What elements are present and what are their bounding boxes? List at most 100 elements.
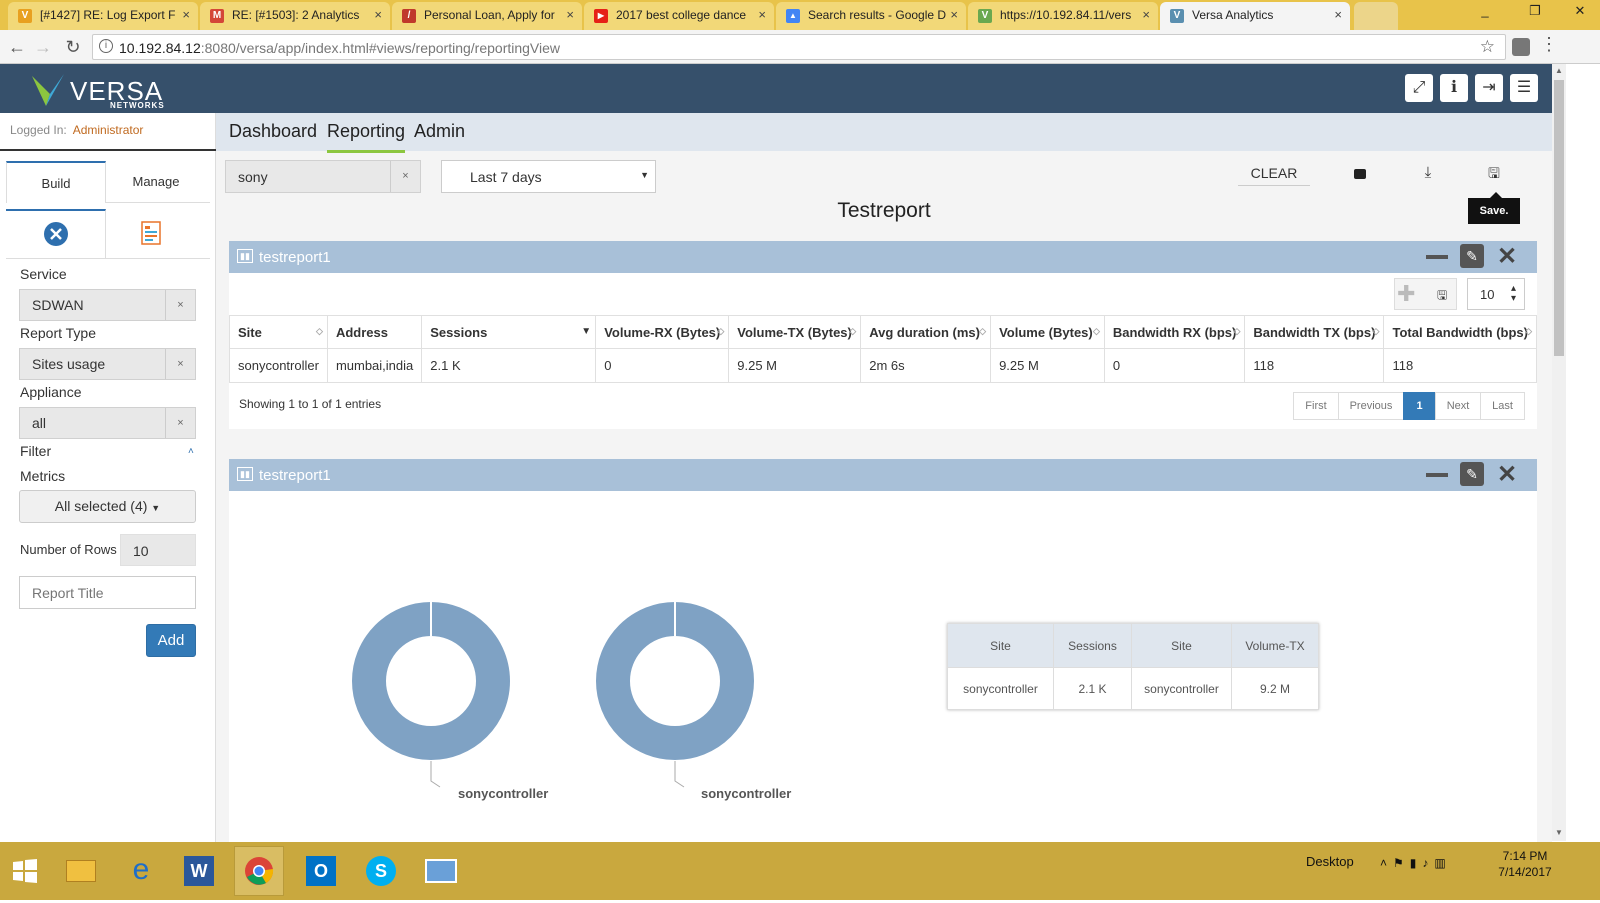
maximize-button[interactable]: ❐ xyxy=(1520,0,1550,22)
appliance-select[interactable]: all × xyxy=(19,407,196,439)
info-icon[interactable]: ℹ xyxy=(1440,74,1468,102)
table-header-row: Site ◇ Address Sessions ▼ Volume-RX (Bytes… xyxy=(229,315,1537,349)
clear-button[interactable]: CLEAR xyxy=(1238,160,1310,186)
save-icon[interactable]: 🖫 xyxy=(1437,286,1447,307)
column-header[interactable]: Bandwidth RX (bps) ◇ xyxy=(1103,315,1246,349)
browser-tab-6[interactable]: V https://10.192.84.11/vers × xyxy=(968,2,1158,30)
scrollbar-thumb[interactable] xyxy=(1554,80,1564,356)
save-icon[interactable]: 🖫 xyxy=(1480,160,1508,186)
donut-slice[interactable] xyxy=(596,602,754,760)
chrome-menu-icon[interactable]: ⋮ xyxy=(1540,34,1558,55)
browser-tab-1[interactable]: V [#1427] RE: Log Export F × xyxy=(8,2,198,30)
nav-reporting[interactable]: Reporting xyxy=(327,121,406,153)
column-header[interactable]: Avg duration (ms) ◇ xyxy=(860,315,992,349)
page-size-select[interactable]: 10 ▴ ▾ xyxy=(1467,278,1525,310)
page-first[interactable]: First xyxy=(1293,392,1339,420)
info-circle-icon[interactable]: i xyxy=(99,39,113,53)
file-explorer-icon[interactable] xyxy=(56,846,106,896)
site-search-select[interactable]: sony × xyxy=(225,160,421,193)
close-tab-icon[interactable]: × xyxy=(758,7,766,22)
metrics-dropdown[interactable]: All selected (4) ▼ xyxy=(19,490,196,523)
column-header[interactable]: Volume (Bytes) ◇ xyxy=(990,315,1105,349)
tab-build[interactable]: Build xyxy=(6,161,106,203)
report-type-select[interactable]: Sites usage × xyxy=(19,348,196,380)
close-window-button[interactable]: ✕ xyxy=(1565,0,1595,22)
close-tab-icon[interactable]: × xyxy=(1142,7,1150,22)
word-icon[interactable]: W xyxy=(174,846,224,896)
google-drive-icon: ▲ xyxy=(786,9,800,23)
clear-icon[interactable]: × xyxy=(390,161,420,192)
cell-sessions: 2.1 K xyxy=(421,348,597,383)
fullscreen-icon[interactable]: ⤢ xyxy=(1405,74,1433,102)
donut-slice[interactable] xyxy=(352,602,510,760)
column-header[interactable]: Site ◇ xyxy=(229,315,328,349)
windows-start-icon[interactable] xyxy=(0,846,50,896)
close-tab-icon[interactable]: × xyxy=(374,7,382,22)
puzzle-icon[interactable]: ✚ xyxy=(1397,281,1415,307)
time-range-select[interactable]: Last 7 days ▼ xyxy=(441,160,656,193)
page-last[interactable]: Last xyxy=(1480,392,1525,420)
rows-input[interactable]: 10 xyxy=(120,534,196,566)
clear-icon[interactable]: × xyxy=(165,290,195,320)
column-header[interactable]: Volume-TX (Bytes) ◇ xyxy=(728,315,862,349)
service-select[interactable]: SDWAN × xyxy=(19,289,196,321)
close-tab-icon[interactable]: × xyxy=(566,7,574,22)
nav-dashboard[interactable]: Dashboard xyxy=(229,121,317,142)
internet-explorer-icon[interactable]: e xyxy=(116,846,166,896)
column-header[interactable]: Address xyxy=(326,315,423,349)
page-previous[interactable]: Previous xyxy=(1338,392,1404,420)
minimize-panel-icon[interactable] xyxy=(1426,473,1448,477)
photos-icon[interactable] xyxy=(416,846,466,896)
column-header[interactable]: Total Bandwidth (bps) ◇ xyxy=(1383,315,1537,349)
outlook-icon[interactable]: O xyxy=(296,846,346,896)
tab-report-templates[interactable] xyxy=(106,209,206,259)
skype-icon[interactable]: S xyxy=(356,846,406,896)
browser-tab-3[interactable]: / Personal Loan, Apply for × xyxy=(392,2,582,30)
nav-admin[interactable]: Admin xyxy=(414,121,465,142)
column-header[interactable]: Bandwidth TX (bps) ◇ xyxy=(1244,315,1385,349)
collapse-all-button[interactable] xyxy=(1346,160,1374,186)
browser-tab-5[interactable]: ▲ Search results - Google D × xyxy=(776,2,966,30)
bookmark-star-icon[interactable]: ☆ xyxy=(1480,37,1495,57)
edit-pencil-icon[interactable]: ✎ xyxy=(1460,244,1484,268)
page-1[interactable]: 1 xyxy=(1403,392,1436,420)
clear-icon[interactable]: × xyxy=(165,408,195,438)
system-tray-icons[interactable]: ˄⚑▮♪▥ xyxy=(1380,856,1452,870)
tab-manage[interactable]: Manage xyxy=(106,161,206,203)
column-header[interactable]: Sessions ▼ xyxy=(421,315,597,349)
desktop-toolbar-label[interactable]: Desktop xyxy=(1306,854,1354,869)
vertical-scrollbar[interactable]: ▲ ▼ xyxy=(1552,64,1566,841)
close-panel-icon[interactable]: ✕ xyxy=(1497,242,1517,271)
forward-arrow-icon[interactable]: → xyxy=(32,37,54,57)
logout-icon[interactable]: ⇥ xyxy=(1475,74,1503,102)
scroll-down-icon[interactable]: ▼ xyxy=(1555,828,1563,837)
scroll-up-icon[interactable]: ▲ xyxy=(1555,66,1563,75)
menu-icon[interactable]: ☰ xyxy=(1510,74,1538,102)
tab-tools[interactable] xyxy=(6,209,106,259)
minimize-button[interactable]: _ xyxy=(1470,0,1500,22)
page-next[interactable]: Next xyxy=(1435,392,1481,420)
browser-tab-active[interactable]: V Versa Analytics × xyxy=(1160,2,1350,30)
minimize-panel-icon[interactable] xyxy=(1426,255,1448,259)
extension-icon[interactable] xyxy=(1512,38,1530,56)
close-tab-icon[interactable]: × xyxy=(1334,7,1342,22)
clock[interactable]: 7:14 PM 7/14/2017 xyxy=(1490,848,1560,880)
close-tab-icon[interactable]: × xyxy=(182,7,190,22)
clear-icon[interactable]: × xyxy=(165,349,195,379)
report-title-input[interactable] xyxy=(19,576,196,609)
edit-pencil-icon[interactable]: ✎ xyxy=(1460,462,1484,486)
close-tab-icon[interactable]: × xyxy=(950,7,958,22)
close-panel-icon[interactable]: ✕ xyxy=(1497,460,1517,489)
filter-label[interactable]: Filter xyxy=(20,443,51,459)
chevron-up-icon[interactable]: ˄ xyxy=(188,446,194,457)
download-icon[interactable]: ⤓ xyxy=(1414,160,1442,186)
reload-icon[interactable]: ↻ xyxy=(62,37,84,57)
add-button[interactable]: Add xyxy=(146,624,196,657)
chrome-icon[interactable] xyxy=(234,846,284,896)
column-header[interactable]: Volume-RX (Bytes) ◇ xyxy=(595,315,730,349)
browser-tab-2[interactable]: M RE: [#1503]: 2 Analytics × xyxy=(200,2,390,30)
url-bar[interactable]: i 10.192.84.12:8080/versa/app/index.html… xyxy=(92,34,1506,60)
back-arrow-icon[interactable]: ← xyxy=(6,37,28,57)
new-tab-button[interactable] xyxy=(1354,2,1398,30)
browser-tab-4[interactable]: ▶ 2017 best college dance × xyxy=(584,2,774,30)
